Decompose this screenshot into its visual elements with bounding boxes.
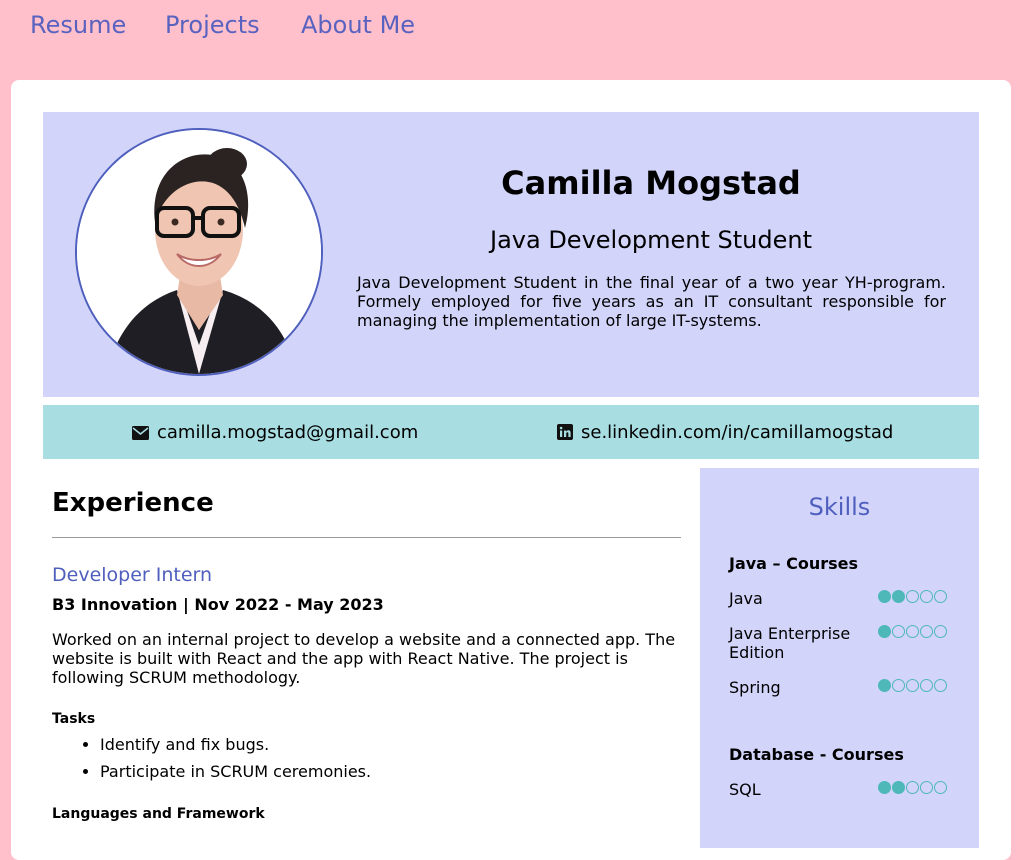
portrait-image (77, 130, 321, 374)
nav-link-resume[interactable]: Resume (30, 11, 126, 39)
skill-group-title: Java – Courses (729, 554, 859, 573)
skills-heading: Skills (808, 493, 871, 521)
languages-label: Languages and Framework (52, 806, 265, 822)
list-item: Participate in SCRUM ceremonies. (100, 762, 371, 781)
skill-dot-empty (906, 590, 919, 603)
profile-bio: Java Development Student in the final ye… (357, 273, 946, 330)
linkedin-link[interactable]: se.linkedin.com/in/camillamogstad (557, 422, 893, 444)
skill-group-title: Database - Courses (729, 745, 904, 764)
skill-dot-empty (934, 625, 947, 638)
skill-dot-filled (878, 590, 891, 603)
skill-dot-empty (892, 679, 905, 692)
profile-name: Camilla Mogstad (501, 164, 801, 202)
skill-name: SQL (729, 780, 761, 799)
job-title: Developer Intern (52, 564, 213, 586)
experience-divider (52, 537, 681, 538)
skill-dot-empty (920, 781, 933, 794)
experience-heading: Experience (52, 488, 214, 518)
profile-photo (75, 128, 323, 376)
skill-dot-empty (906, 679, 919, 692)
list-item: Identify and fix bugs. (100, 735, 371, 754)
job-company-dates: B3 Innovation | Nov 2022 - May 2023 (52, 595, 384, 614)
linkedin-icon (557, 424, 573, 440)
task-list: Identify and fix bugs. Participate in SC… (52, 735, 371, 789)
nav-link-projects[interactable]: Projects (165, 11, 260, 39)
skill-rating (878, 679, 948, 693)
skill-dot-empty (906, 781, 919, 794)
skill-dot-filled (878, 625, 891, 638)
profile-role: Java Development Student (490, 226, 812, 254)
skill-dot-filled (878, 679, 891, 692)
skill-name: Java Enterprise Edition (729, 624, 851, 662)
job-description: Worked on an internal project to develop… (52, 630, 676, 687)
skill-rating (878, 781, 948, 795)
skill-dot-empty (920, 590, 933, 603)
email-text: camilla.mogstad@gmail.com (157, 422, 419, 443)
tasks-label: Tasks (52, 711, 96, 727)
skill-dot-empty (920, 679, 933, 692)
skill-dot-empty (920, 625, 933, 638)
skill-dot-empty (934, 679, 947, 692)
linkedin-text: se.linkedin.com/in/camillamogstad (581, 422, 894, 443)
skill-dot-empty (892, 625, 905, 638)
nav-link-about-me[interactable]: About Me (301, 11, 415, 39)
skill-dot-filled (878, 781, 891, 794)
skill-rating (878, 590, 948, 604)
skill-dot-empty (906, 625, 919, 638)
skill-rating (878, 625, 948, 639)
envelope-icon (132, 426, 149, 440)
skill-dot-empty (934, 590, 947, 603)
skill-dot-empty (934, 781, 947, 794)
email-link[interactable]: camilla.mogstad@gmail.com (132, 422, 418, 444)
top-nav: Resume Projects About Me (0, 0, 1025, 60)
skill-name: Java (729, 589, 763, 608)
skill-name: Spring (729, 678, 781, 697)
skill-dot-filled (892, 781, 905, 794)
skill-dot-filled (892, 590, 905, 603)
